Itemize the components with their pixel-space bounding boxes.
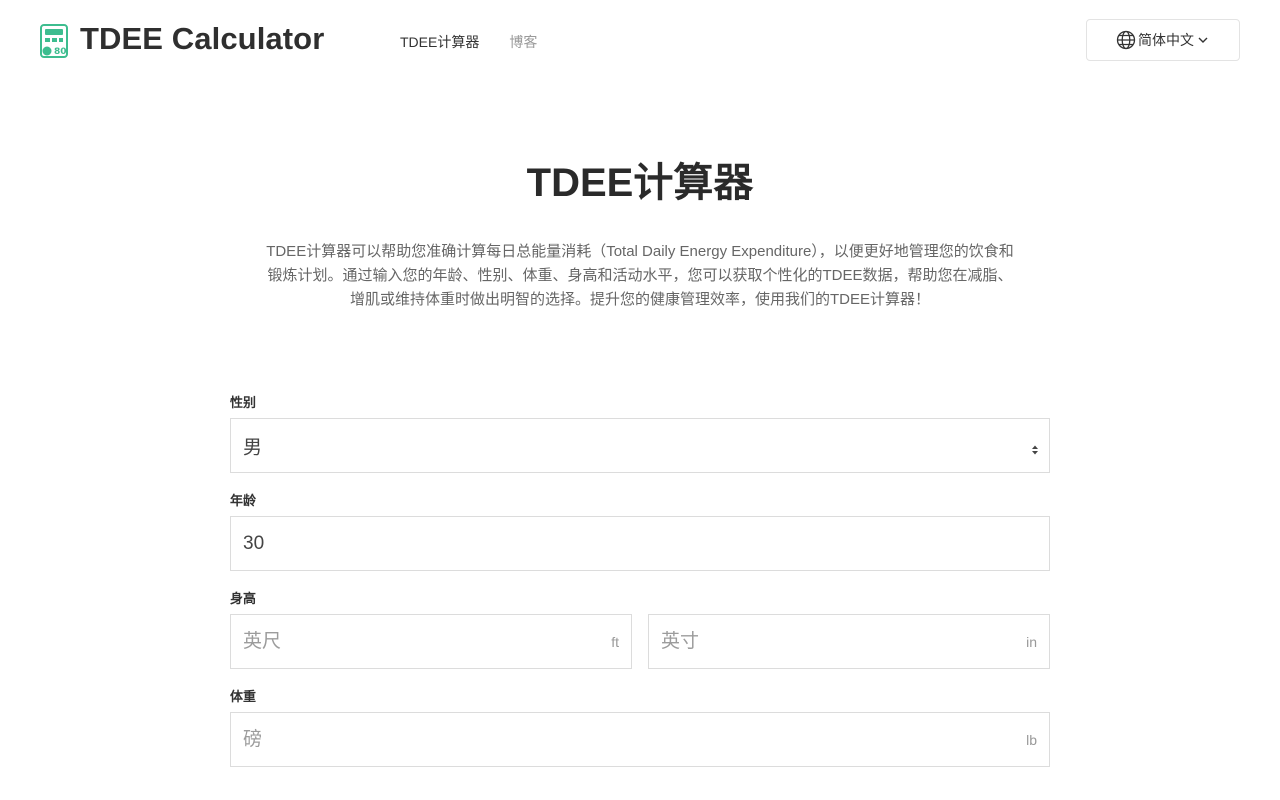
weight-input[interactable] [231, 713, 1049, 766]
height-inches-unit: in [1026, 633, 1037, 650]
age-input-box [230, 516, 1050, 571]
height-feet-box: ft [230, 614, 632, 669]
main-nav: TDEE计算器 博客 [400, 32, 537, 52]
weight-field-group: 体重 lb [230, 688, 1050, 767]
height-feet-input[interactable] [231, 615, 631, 668]
weight-input-box: lb [230, 712, 1050, 767]
site-header: 80 TDEE Calculator TDEE计算器 博客 简体中文 [0, 0, 1280, 82]
page-title: TDEE计算器 [526, 161, 754, 205]
gender-label: 性别 [230, 395, 257, 410]
height-inches-box: in [648, 614, 1050, 669]
height-label: 身高 [230, 591, 257, 606]
height-inches-input[interactable] [649, 615, 1049, 668]
language-selector-button[interactable]: 简体中文 [1086, 19, 1240, 61]
age-input[interactable] [231, 517, 1049, 570]
height-feet-unit: ft [611, 633, 619, 650]
language-label: 简体中文 [1138, 32, 1194, 48]
svg-text:80: 80 [54, 47, 67, 57]
age-field-group: 年龄 [230, 492, 1050, 571]
page-description: TDEE计算器可以帮助您准确计算每日总能量消耗（Total Daily Ener… [266, 243, 1014, 308]
height-field-group: 身高 ft in [230, 590, 1050, 669]
height-inputs-row: ft in [230, 614, 1050, 669]
gender-select[interactable]: 男 [230, 418, 1050, 473]
chevron-down-icon [1196, 33, 1210, 47]
brand-name[interactable]: TDEE Calculator [80, 21, 324, 57]
select-arrows-icon [1031, 440, 1039, 454]
weight-unit: lb [1026, 731, 1037, 748]
gender-select-value: 男 [243, 437, 263, 458]
calculator-logo-icon[interactable]: 80 [40, 24, 68, 58]
nav-item-tdee-calculator[interactable]: TDEE计算器 [400, 32, 479, 52]
nav-item-blog[interactable]: 博客 [509, 32, 537, 52]
age-label: 年龄 [230, 493, 257, 508]
globe-icon [1116, 30, 1136, 50]
gender-field-group: 性别 男 [230, 394, 1050, 473]
weight-label: 体重 [230, 689, 257, 704]
tdee-form: 性别 男 年龄 身高 ft in [230, 394, 1050, 786]
